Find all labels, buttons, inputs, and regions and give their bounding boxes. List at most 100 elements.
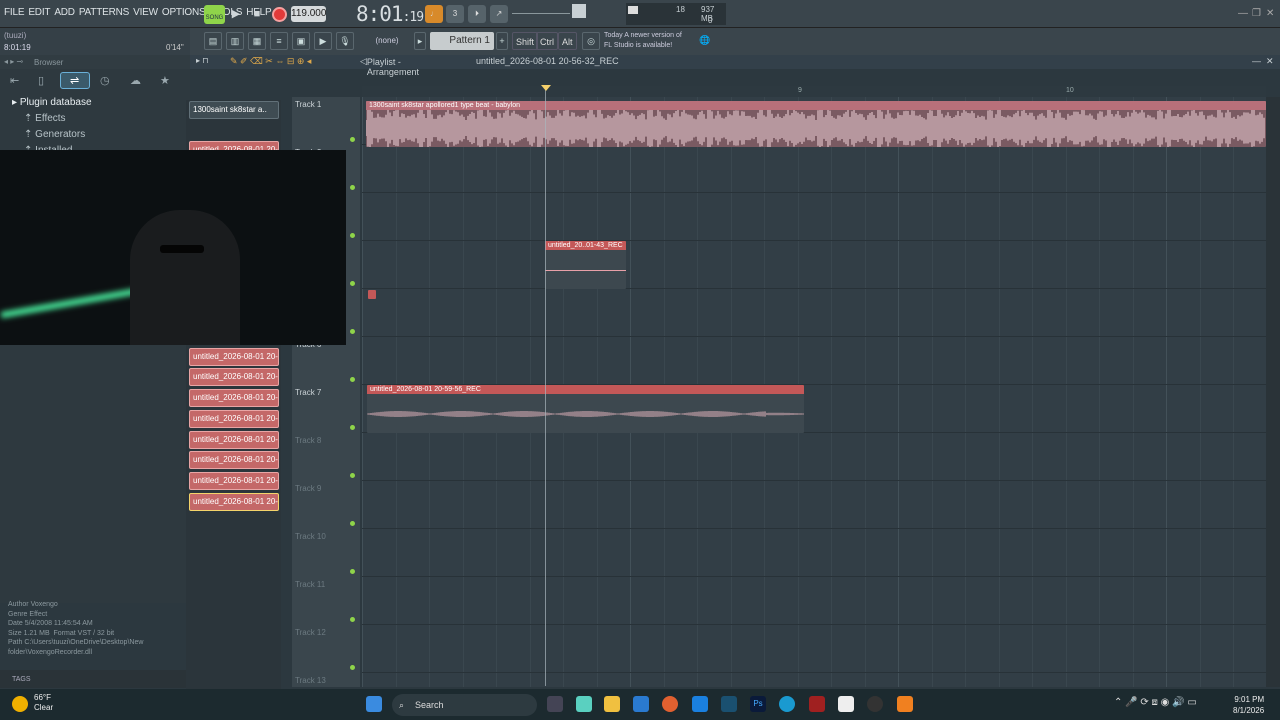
track-mute-led[interactable] bbox=[350, 377, 355, 382]
menu-edit[interactable]: EDIT bbox=[28, 7, 50, 18]
channel-item[interactable]: 1300saint sk8star a.. bbox=[189, 101, 279, 119]
playhead-marker-icon[interactable] bbox=[541, 85, 551, 91]
menu-options[interactable]: OPTIONS bbox=[162, 7, 206, 18]
menu-view[interactable]: VIEW bbox=[133, 7, 158, 18]
edge-icon[interactable] bbox=[779, 696, 795, 712]
timeline-ruler[interactable]: 9 10 bbox=[362, 86, 1266, 97]
minimize-icon[interactable]: — bbox=[1238, 8, 1248, 19]
globe-icon[interactable]: 🌐 bbox=[696, 32, 714, 50]
channel-item[interactable]: untitled_2026-08-01 20- bbox=[189, 471, 279, 490]
maximize-icon[interactable]: ❐ bbox=[1252, 8, 1261, 19]
master-pitch-slider[interactable] bbox=[512, 13, 570, 14]
track-mute-led[interactable] bbox=[350, 329, 355, 334]
tags-bar[interactable]: TAGS bbox=[0, 670, 190, 688]
channel-item[interactable]: untitled_2026-08-01 20- bbox=[189, 492, 279, 511]
star-icon[interactable]: ★ bbox=[160, 74, 170, 87]
track-name[interactable]: Track 10 bbox=[295, 532, 326, 541]
track-mute-led[interactable] bbox=[350, 521, 355, 526]
pattern-selector[interactable]: Pattern 1 bbox=[430, 32, 494, 50]
clip-small-marker[interactable] bbox=[368, 290, 376, 299]
track-mute-led[interactable] bbox=[350, 569, 355, 574]
track-mute-led[interactable] bbox=[350, 281, 355, 286]
firefox-icon[interactable] bbox=[662, 696, 678, 712]
start-icon[interactable] bbox=[366, 696, 382, 712]
news-panel[interactable]: Today A newer version of FL Studio is av… bbox=[604, 31, 682, 51]
channel-item[interactable]: untitled_2026-08-01 20- bbox=[189, 368, 279, 387]
channel-item[interactable]: untitled_2026-08-01 20- bbox=[189, 389, 279, 408]
menu-add[interactable]: ADD bbox=[54, 7, 75, 18]
microphone-icon[interactable]: 🎙 bbox=[336, 32, 354, 50]
playlist-scrollbar[interactable] bbox=[1266, 97, 1280, 687]
track-mute-led[interactable] bbox=[350, 185, 355, 190]
app-icon[interactable] bbox=[692, 696, 708, 712]
tray-icons[interactable]: ⌃ 🎤 ⟳ ⧈ ◉ 🔊 ▭ bbox=[1114, 697, 1197, 708]
store-icon[interactable] bbox=[633, 696, 649, 712]
snap-selector[interactable]: (none) bbox=[368, 33, 406, 49]
tree-plugin-database[interactable]: ▸ Plugin database bbox=[12, 97, 92, 108]
clip-recording-1[interactable]: untitled_20..01-43_REC bbox=[545, 241, 626, 289]
task-view-icon[interactable] bbox=[547, 696, 563, 712]
track-mute-led[interactable] bbox=[350, 665, 355, 670]
chrome-icon[interactable] bbox=[867, 696, 883, 712]
channel-item[interactable]: untitled_2026-08-01 20- bbox=[189, 451, 279, 470]
next-icon[interactable]: ▶ bbox=[314, 32, 332, 50]
stop-icon[interactable]: ■ bbox=[249, 6, 265, 22]
track-mute-led[interactable] bbox=[350, 233, 355, 238]
photoshop-icon[interactable]: Ps bbox=[750, 696, 766, 712]
taskbar-search[interactable]: ⌕ Search bbox=[392, 694, 537, 716]
mixer-icon[interactable]: ≡ bbox=[270, 32, 288, 50]
file-explorer-icon[interactable] bbox=[604, 696, 620, 712]
track-mute-led[interactable] bbox=[350, 617, 355, 622]
browser-icon[interactable]: ▣ bbox=[292, 32, 310, 50]
step-icon[interactable]: 3 bbox=[446, 5, 464, 23]
song-mode-button[interactable]: SONG bbox=[204, 5, 225, 24]
piano-roll-icon[interactable]: ▥ bbox=[226, 32, 244, 50]
menu-file[interactable]: FILE bbox=[4, 7, 25, 18]
ctrl-button[interactable]: Ctrl bbox=[536, 32, 558, 50]
collapse-icon[interactable]: ⇤ bbox=[10, 74, 19, 87]
close-icon[interactable]: ✕ bbox=[1266, 8, 1274, 19]
menu-patterns[interactable]: PATTERNS bbox=[79, 7, 129, 18]
playlist-tools-icon[interactable]: ▸ ⊓ bbox=[196, 56, 208, 65]
clip-beat[interactable]: 1300saint sk8star apollored1 type beat -… bbox=[366, 101, 1266, 147]
copilot-icon[interactable] bbox=[576, 696, 592, 712]
playlist-close-icon[interactable]: ✕ bbox=[1266, 56, 1274, 67]
weather-icon[interactable] bbox=[12, 696, 28, 712]
channel-item[interactable]: untitled_2026-08-01 20- bbox=[189, 430, 279, 449]
track-mute-led[interactable] bbox=[350, 473, 355, 478]
pattern-prev-icon[interactable]: ▸ bbox=[414, 32, 426, 50]
channel-rack-icon[interactable]: ▦ bbox=[248, 32, 266, 50]
track-name[interactable]: Track 11 bbox=[295, 580, 325, 589]
news-icon[interactable]: ◎ bbox=[582, 32, 600, 50]
track-mute-led[interactable] bbox=[350, 425, 355, 430]
countdown-icon[interactable]: ↗ bbox=[490, 5, 508, 23]
track-name[interactable]: Track 13 bbox=[295, 676, 326, 685]
playlist-minimize-icon[interactable]: — bbox=[1252, 56, 1261, 66]
record-button[interactable] bbox=[272, 7, 287, 22]
track-mute-led[interactable] bbox=[350, 137, 355, 142]
pattern-add-icon[interactable]: + bbox=[496, 32, 508, 50]
track-name[interactable]: Track 9 bbox=[295, 484, 321, 493]
taskbar-clock[interactable]: 9:01 PM 8/1/2026 bbox=[1233, 694, 1264, 716]
metronome-icon[interactable]: ♩ bbox=[425, 5, 443, 23]
file-icon[interactable]: ▯ bbox=[38, 74, 44, 87]
tree-effects[interactable]: ⇡ Effects bbox=[24, 113, 66, 124]
capture-icon[interactable] bbox=[838, 696, 854, 712]
cloud-icon[interactable]: ☁ bbox=[130, 74, 141, 87]
track-name[interactable]: Track 12 bbox=[295, 628, 326, 637]
tempo-display[interactable]: 119.000 bbox=[291, 6, 326, 22]
tree-generators[interactable]: ⇡ Generators bbox=[24, 129, 85, 140]
draw-tools-icon[interactable]: ✎ ✐ ⌫ ✂ ⇔ ⊟ ⊕ ◂ bbox=[230, 56, 311, 67]
master-volume-icon[interactable] bbox=[572, 4, 586, 18]
track-name[interactable]: Track 8 bbox=[295, 436, 321, 445]
track-name[interactable]: Track 1 bbox=[295, 100, 321, 109]
shift-button[interactable]: Shift bbox=[512, 32, 539, 50]
channel-item[interactable]: untitled_2026-08-01 20- bbox=[189, 409, 279, 428]
playlist-grid[interactable]: 1300saint sk8star apollored1 type beat -… bbox=[362, 97, 1266, 687]
clip-recording-2[interactable]: untitled_2026-08-01 20-59-56_REC bbox=[367, 385, 804, 433]
obs-icon[interactable] bbox=[809, 696, 825, 712]
clock-icon[interactable]: ◷ bbox=[100, 74, 110, 87]
terminal-icon[interactable] bbox=[721, 696, 737, 712]
wait-icon[interactable]: ⏵ bbox=[468, 5, 486, 23]
fl-studio-icon[interactable] bbox=[897, 696, 913, 712]
